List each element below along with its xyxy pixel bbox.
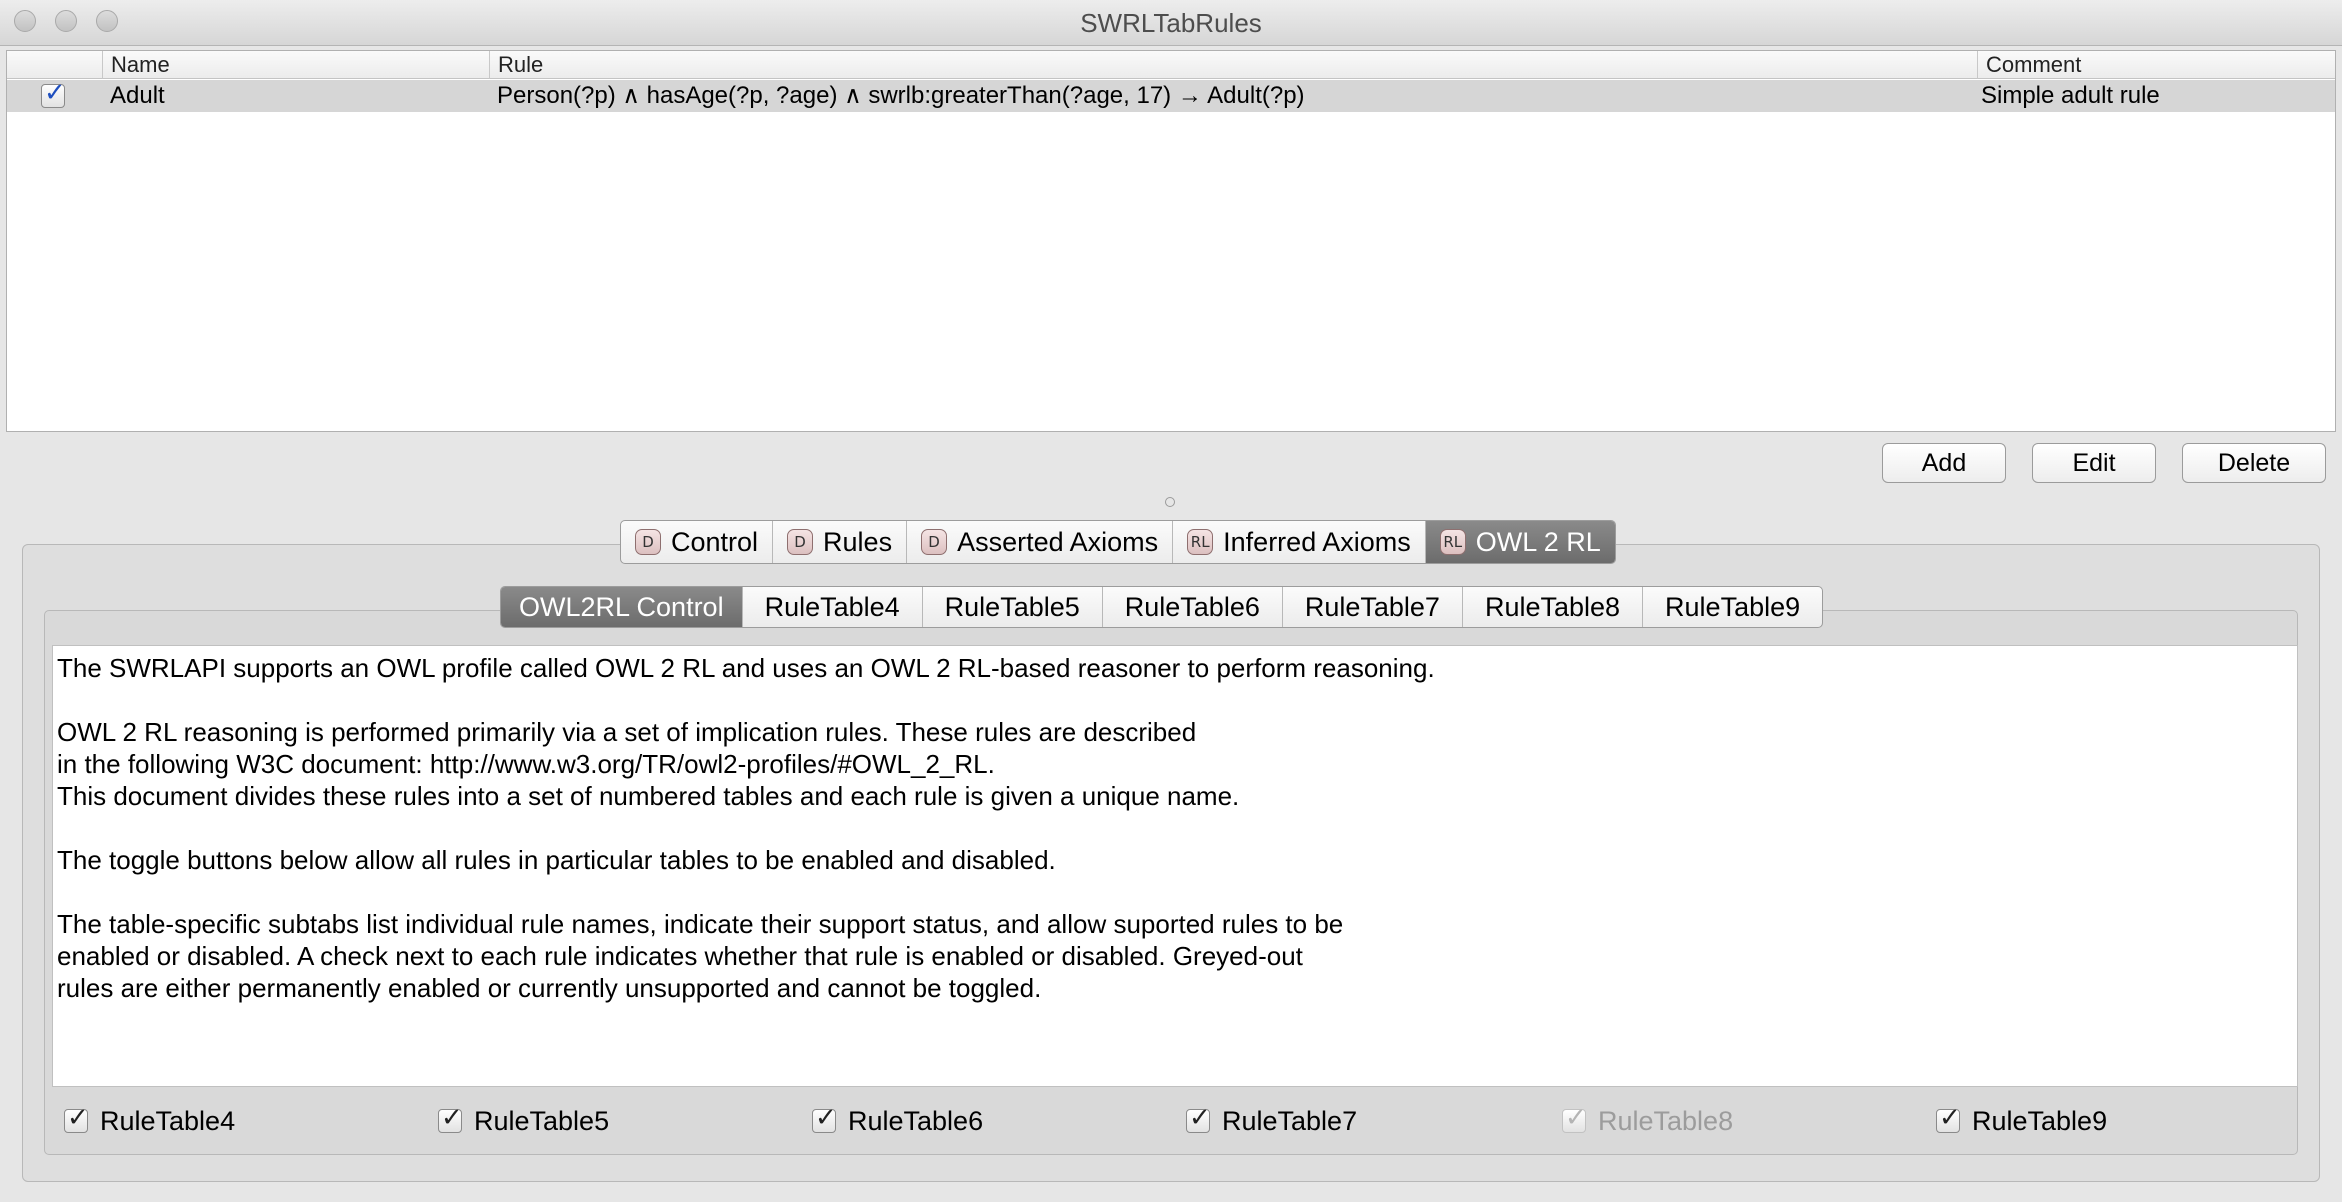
- toggle-ruletable8: RuleTable8: [1562, 1103, 1734, 1138]
- tab-label: Rules: [823, 526, 893, 557]
- split-pane-divider-handle[interactable]: [1165, 497, 1175, 507]
- column-header-enabled[interactable]: [7, 51, 102, 79]
- toggle-ruletable5[interactable]: RuleTable5: [438, 1103, 610, 1138]
- tab-ruletable4[interactable]: RuleTable4: [741, 587, 922, 627]
- column-header-name[interactable]: Name: [102, 51, 489, 79]
- column-header-comment[interactable]: Comment: [1977, 51, 2335, 79]
- description-text-area[interactable]: The SWRLAPI supports an OWL profile call…: [52, 645, 2298, 1087]
- add-button[interactable]: Add: [1882, 443, 2006, 483]
- inner-tab-bar: OWL2RL Control RuleTable4 RuleTable5 Rul…: [500, 586, 1824, 628]
- rule-body-cell[interactable]: Person(?p) ∧ hasAge(?p, ?age) ∧ swrlb:gr…: [489, 80, 1977, 112]
- tab-label: Control: [671, 526, 759, 557]
- description-paragraph: The toggle buttons below allow all rules…: [57, 845, 1056, 875]
- rl-icon: RL: [1187, 529, 1214, 555]
- d-icon: D: [921, 529, 948, 555]
- rule-name-cell[interactable]: Adult: [102, 80, 489, 112]
- ruletable7-checkbox[interactable]: [1186, 1103, 1211, 1133]
- ruletable9-checkbox[interactable]: [1936, 1103, 1961, 1133]
- window-title: SWRLTabRules: [1080, 8, 1262, 38]
- rule-enabled-checkbox[interactable]: [41, 78, 66, 108]
- tab-owl-2-rl[interactable]: RL OWL 2 RL: [1424, 521, 1615, 563]
- rules-table[interactable]: Name Rule Comment Adult Person(?p) ∧ has…: [6, 50, 2336, 432]
- toggle-label: RuleTable8: [1598, 1105, 1734, 1136]
- column-header-rule[interactable]: Rule: [489, 51, 1977, 79]
- toggle-ruletable9[interactable]: RuleTable9: [1936, 1103, 2108, 1138]
- toggle-label: RuleTable9: [1972, 1105, 2108, 1136]
- toggle-ruletable6[interactable]: RuleTable6: [812, 1103, 984, 1138]
- outer-tab-bar: D Control D Rules D Asserted Axioms RL I…: [620, 520, 1616, 564]
- toggle-label: RuleTable6: [848, 1105, 984, 1136]
- tab-owl2rl-control[interactable]: OWL2RL Control: [501, 587, 742, 627]
- tab-ruletable8[interactable]: RuleTable8: [1461, 587, 1642, 627]
- d-icon: D: [787, 529, 814, 555]
- tab-control[interactable]: D Control: [621, 521, 772, 563]
- toggle-label: RuleTable4: [100, 1105, 236, 1136]
- toggle-ruletable7[interactable]: RuleTable7: [1186, 1103, 1358, 1138]
- ruletable5-checkbox[interactable]: [438, 1103, 463, 1133]
- edit-button[interactable]: Edit: [2032, 443, 2156, 483]
- tab-ruletable9[interactable]: RuleTable9: [1642, 587, 1822, 627]
- d-icon: D: [635, 529, 661, 555]
- tab-ruletable5[interactable]: RuleTable5: [921, 587, 1102, 627]
- toggle-ruletable4[interactable]: RuleTable4: [64, 1103, 236, 1138]
- tab-label: Inferred Axioms: [1223, 526, 1411, 557]
- toggle-label: RuleTable5: [474, 1105, 610, 1136]
- delete-button[interactable]: Delete: [2182, 443, 2326, 483]
- rl-icon: RL: [1439, 529, 1466, 555]
- ruletable6-checkbox[interactable]: [812, 1103, 837, 1133]
- rule-comment-cell[interactable]: Simple adult rule: [1973, 80, 2335, 112]
- table-row[interactable]: Adult Person(?p) ∧ hasAge(?p, ?age) ∧ sw…: [7, 78, 2335, 112]
- tab-rules[interactable]: D Rules: [772, 521, 906, 563]
- toggle-label: RuleTable7: [1222, 1105, 1358, 1136]
- tab-ruletable7[interactable]: RuleTable7: [1281, 587, 1462, 627]
- tab-label: OWL 2 RL: [1475, 526, 1601, 557]
- description-paragraph: The SWRLAPI supports an OWL profile call…: [57, 653, 1435, 683]
- description-paragraph: The table-specific subtabs list individu…: [57, 909, 1344, 1003]
- tab-asserted-axioms[interactable]: D Asserted Axioms: [906, 521, 1172, 563]
- ruletable4-checkbox[interactable]: [64, 1103, 89, 1133]
- tab-label: Asserted Axioms: [957, 526, 1159, 557]
- tab-ruletable6[interactable]: RuleTable6: [1101, 587, 1282, 627]
- title-bar: SWRLTabRules: [0, 0, 2342, 46]
- tab-inferred-axioms[interactable]: RL Inferred Axioms: [1172, 521, 1425, 563]
- description-paragraph: OWL 2 RL reasoning is performed primaril…: [57, 717, 1240, 811]
- ruletable8-checkbox: [1562, 1103, 1587, 1133]
